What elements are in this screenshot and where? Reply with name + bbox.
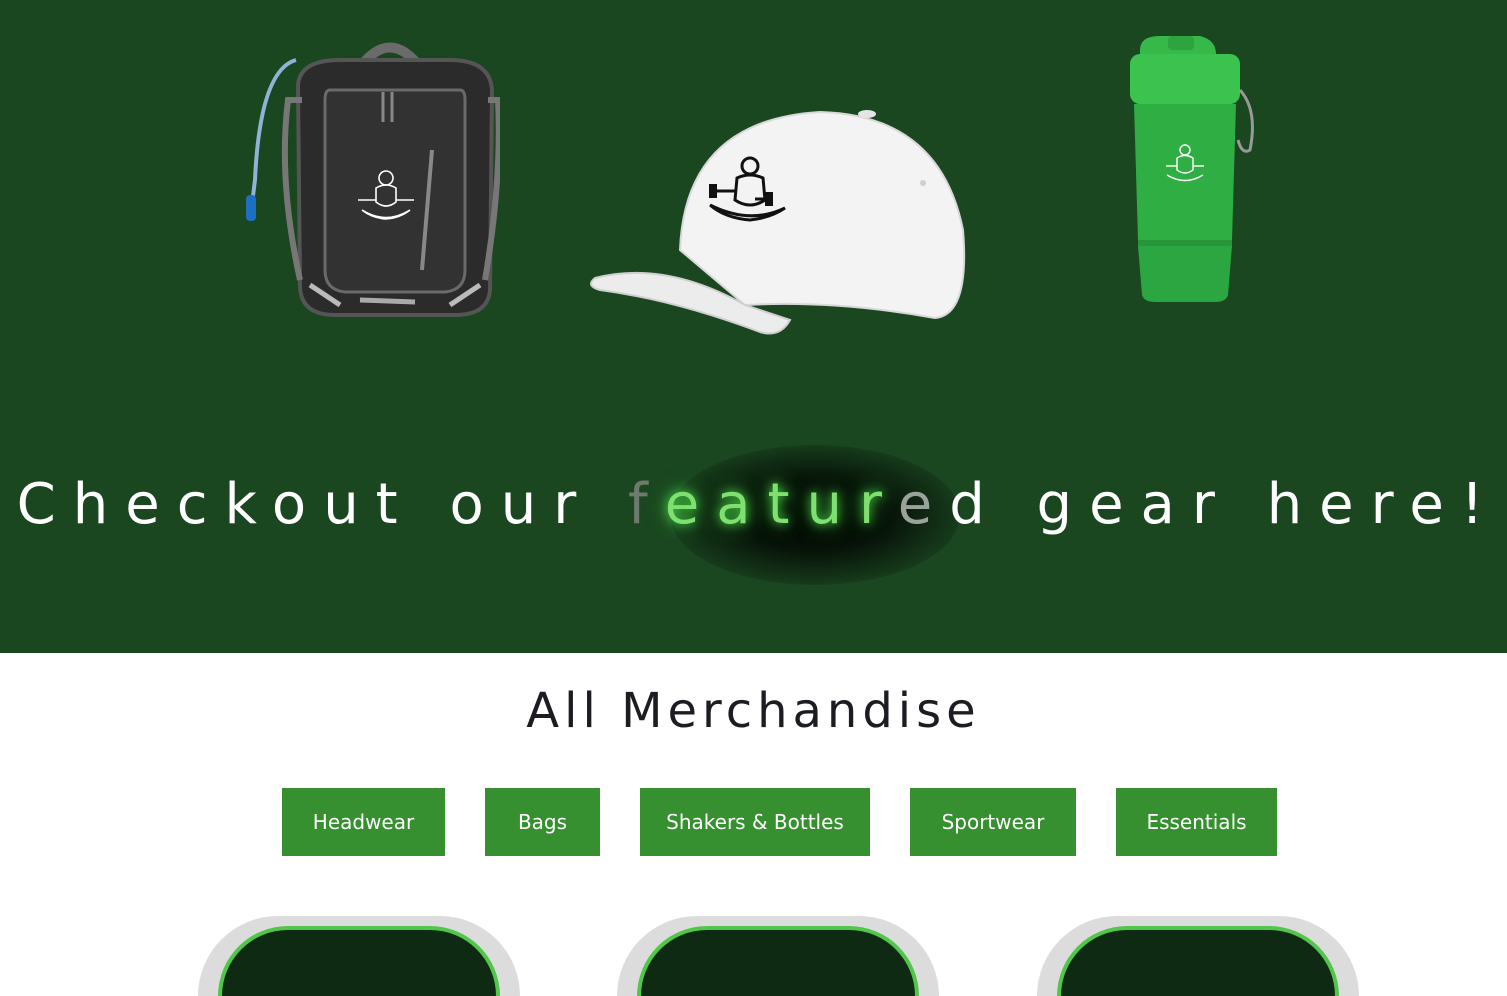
backpack-image[interactable] — [240, 30, 500, 320]
category-bags-button[interactable]: Bags — [485, 788, 600, 856]
hero-title: Checkout our featured gear here! — [0, 472, 1507, 537]
product-card[interactable] — [1037, 916, 1359, 996]
product-card-border — [1057, 926, 1339, 996]
product-card-body — [641, 930, 915, 996]
hero-title-part-end: d gear here! — [949, 472, 1501, 537]
hero-title-part: Checkout our — [16, 472, 629, 537]
product-card-border — [218, 926, 500, 996]
category-sportwear-button[interactable]: Sportwear — [910, 788, 1076, 856]
product-card-body — [222, 930, 496, 996]
category-shakers-bottles-button[interactable]: Shakers & Bottles — [640, 788, 870, 856]
shaker-bottle-image[interactable] — [1120, 30, 1260, 310]
product-card-body — [1061, 930, 1335, 996]
category-essentials-button[interactable]: Essentials — [1116, 788, 1277, 856]
product-card[interactable] — [617, 916, 939, 996]
category-headwear-button[interactable]: Headwear — [282, 788, 445, 856]
hero-title-glowing-letters: eatur — [664, 472, 898, 537]
hero-title-fade-end: e — [897, 472, 950, 537]
cap-image[interactable] — [585, 100, 975, 340]
product-card-border — [637, 926, 919, 996]
hero-banner: Checkout our featured gear here! — [0, 0, 1507, 653]
product-card[interactable] — [198, 916, 520, 996]
hero-title-fade-start: f — [628, 472, 665, 537]
all-merchandise-title: All Merchandise — [526, 683, 981, 739]
